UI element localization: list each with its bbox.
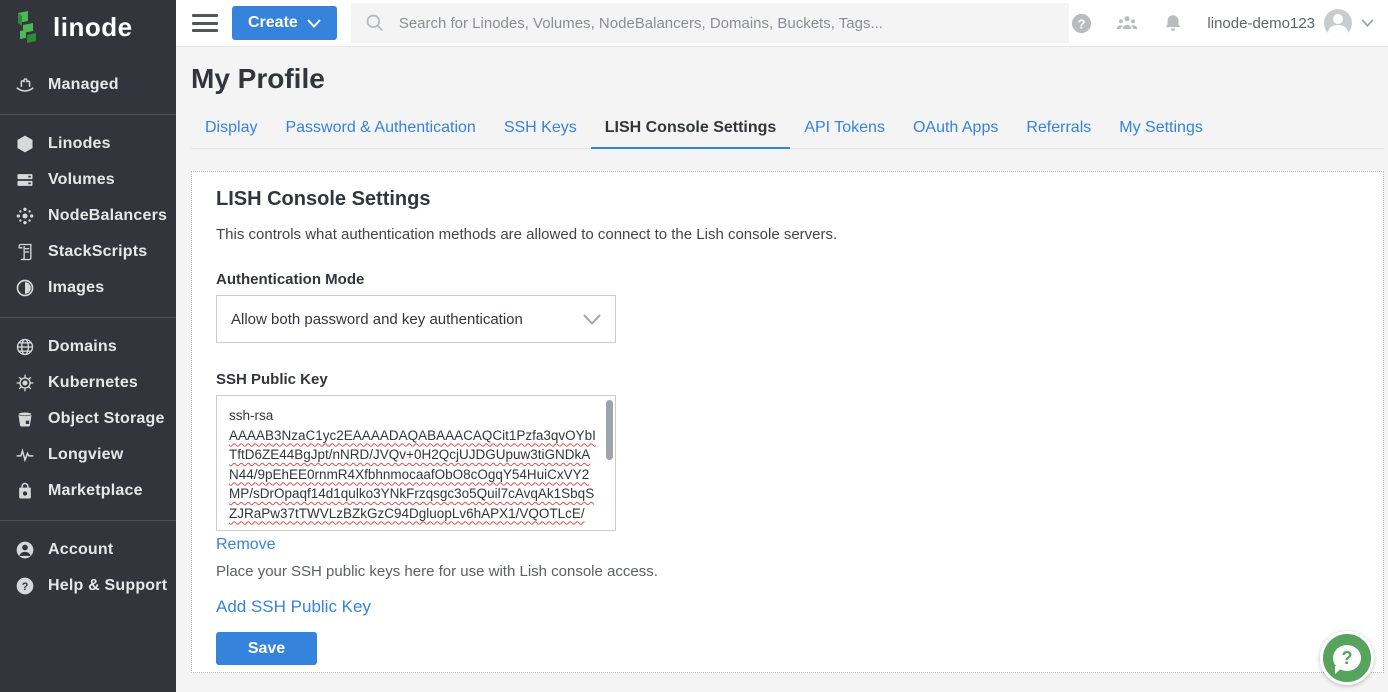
panel-title: LISH Console Settings: [216, 188, 1359, 211]
sidebar-item-kubernetes[interactable]: Kubernetes: [0, 365, 176, 401]
avatar: [1324, 9, 1352, 37]
add-ssh-key-link[interactable]: Add SSH Public Key: [216, 597, 371, 617]
sidebar-item-object-storage[interactable]: Object Storage: [0, 401, 176, 437]
help-widget-button[interactable]: ?: [1320, 631, 1374, 685]
sidebar-item-label: Longview: [48, 446, 123, 464]
auth-mode-label: Authentication Mode: [216, 271, 1359, 288]
sidebar-item-linodes[interactable]: Linodes: [0, 126, 176, 162]
svg-text:?: ?: [1078, 17, 1086, 31]
topbar: Create ? linode-demo123: [176, 0, 1388, 47]
sidebar-item-label: StackScripts: [48, 243, 147, 261]
sidebar-item-label: Kubernetes: [48, 374, 138, 392]
sidebar-item-longview[interactable]: Longview: [0, 437, 176, 473]
question-circle-icon: ?: [14, 575, 36, 597]
sidebar-item-label: NodeBalancers: [48, 207, 167, 225]
logo-text: linode: [53, 12, 133, 43]
hand-holding-icon: [14, 74, 36, 96]
bucket-icon: [14, 408, 36, 430]
help-icon[interactable]: ?: [1069, 11, 1093, 35]
stacked-drives-icon: [14, 169, 36, 191]
sidebar-item-label: Volumes: [48, 171, 115, 189]
sidebar-item-label: Help & Support: [48, 577, 167, 595]
menu-icon[interactable]: [192, 14, 218, 32]
ssh-key-textarea[interactable]: ssh-rsaAAAAB3NzaC1yc2EAAAADAQABAAACAQCit…: [216, 395, 616, 531]
linode-cubes-icon: [14, 11, 44, 45]
create-button-label: Create: [248, 14, 298, 32]
sidebar-item-images[interactable]: Images: [0, 270, 176, 306]
auth-mode-select[interactable]: Allow both password and key authenticati…: [216, 295, 616, 343]
main-content: My Profile Display Password & Authentica…: [176, 47, 1388, 692]
node-network-icon: [14, 205, 36, 227]
search-input[interactable]: [399, 15, 1056, 32]
sidebar-item-label: Account: [48, 541, 113, 559]
textarea-scrollbar[interactable]: [606, 400, 613, 460]
ssh-key-helper-text: Place your SSH public keys here for use …: [216, 563, 1359, 580]
ssh-key-label: SSH Public Key: [216, 371, 1359, 388]
sidebar-item-domains[interactable]: Domains: [0, 329, 176, 365]
sidebar-divider: [0, 317, 176, 318]
remove-key-link[interactable]: Remove: [216, 536, 276, 554]
lish-settings-panel: LISH Console Settings This controls what…: [191, 171, 1384, 673]
sidebar-item-label: Managed: [48, 76, 119, 94]
ssh-key-value: AAAAB3NzaC1yc2EAAAADAQABAAACAQCit1Pzfa3q…: [229, 426, 599, 524]
sidebar-item-label: Images: [48, 279, 104, 297]
disc-icon: [14, 277, 36, 299]
community-icon[interactable]: [1115, 11, 1139, 35]
cube-icon: [14, 133, 36, 155]
ship-wheel-icon: [14, 372, 36, 394]
notifications-bell-icon[interactable]: [1161, 11, 1185, 35]
sidebar-item-label: Linodes: [48, 135, 111, 153]
globe-icon: [14, 336, 36, 358]
chevron-down-icon: [583, 314, 601, 325]
search-icon: [365, 13, 385, 33]
sidebar-item-volumes[interactable]: Volumes: [0, 162, 176, 198]
tab-password-authentication[interactable]: Password & Authentication: [271, 119, 489, 148]
sidebar-item-label: Object Storage: [48, 410, 165, 428]
tab-display[interactable]: Display: [191, 119, 271, 148]
sidebar-item-managed[interactable]: Managed: [0, 67, 176, 103]
sidebar-item-label: Domains: [48, 338, 117, 356]
user-menu[interactable]: linode-demo123: [1207, 9, 1374, 37]
sidebar-item-help-support[interactable]: ? Help & Support: [0, 568, 176, 604]
svg-text:?: ?: [22, 581, 29, 593]
search-bar[interactable]: [351, 3, 1070, 43]
sidebar-divider: [0, 114, 176, 115]
sidebar: linode Managed Linodes Volumes NodeBal: [0, 0, 176, 692]
tab-api-tokens[interactable]: API Tokens: [790, 119, 899, 148]
ssh-key-prefix: ssh-rsa: [229, 406, 599, 426]
page-title: My Profile: [191, 63, 1384, 95]
chevron-down-icon: [1361, 19, 1374, 27]
sidebar-item-stackscripts[interactable]: StackScripts: [0, 234, 176, 270]
chevron-down-icon: [307, 19, 321, 28]
tab-lish-console-settings[interactable]: LISH Console Settings: [591, 119, 791, 148]
help-chat-icon: ?: [1333, 645, 1361, 671]
tab-my-settings[interactable]: My Settings: [1105, 119, 1217, 148]
tab-oauth-apps[interactable]: OAuth Apps: [899, 119, 1012, 148]
profile-tabs: Display Password & Authentication SSH Ke…: [191, 119, 1384, 149]
person-circle-icon: [14, 539, 36, 561]
username: linode-demo123: [1207, 15, 1315, 32]
sidebar-item-account[interactable]: Account: [0, 532, 176, 568]
tab-ssh-keys[interactable]: SSH Keys: [490, 119, 591, 148]
tab-referrals[interactable]: Referrals: [1012, 119, 1105, 148]
linode-logo[interactable]: linode: [0, 0, 176, 55]
save-button[interactable]: Save: [216, 632, 317, 665]
panel-description: This controls what authentication method…: [216, 226, 1359, 243]
auth-mode-selected-value: Allow both password and key authenticati…: [231, 311, 523, 328]
sidebar-divider: [0, 520, 176, 521]
sidebar-item-label: Marketplace: [48, 482, 143, 500]
create-button[interactable]: Create: [232, 6, 337, 40]
scroll-icon: [14, 241, 36, 263]
sidebar-item-nodebalancers[interactable]: NodeBalancers: [0, 198, 176, 234]
pulse-icon: [14, 444, 36, 466]
shopping-bag-icon: [14, 480, 36, 502]
sidebar-item-marketplace[interactable]: Marketplace: [0, 473, 176, 509]
